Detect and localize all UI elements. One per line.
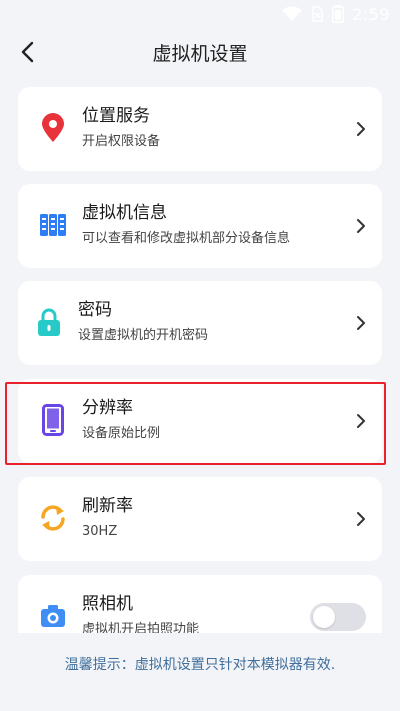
location-pin-icon (38, 113, 68, 143)
back-button[interactable] (12, 36, 42, 68)
setting-title: 虚拟机信息 (82, 203, 167, 223)
server-icon (38, 210, 68, 240)
setting-description: 设置虚拟机的开机密码 (78, 328, 209, 343)
setting-description: 虚拟机开启拍照功能 (82, 622, 200, 633)
status-bar: 2:59 (0, 0, 400, 28)
chevron-right-icon (357, 219, 365, 233)
chevron-right-icon (357, 122, 365, 136)
back-arrow-icon (21, 41, 34, 63)
lock-icon (34, 307, 64, 337)
setting-camera[interactable]: 照相机 虚拟机开启拍照功能 (18, 575, 382, 633)
camera-icon (38, 601, 68, 631)
page-title: 虚拟机设置 (152, 42, 248, 65)
wifi-icon (282, 6, 303, 21)
setting-title: 照相机 (82, 594, 133, 614)
settings-list[interactable]: 位置服务 开启权限设备 虚拟机信息 可以查看和修改虚拟机部分设备信息 密码 设置… (0, 87, 400, 633)
setting-title: 位置服务 (82, 106, 150, 126)
setting-description: 可以查看和修改虚拟机部分设备信息 (82, 231, 291, 246)
phone-icon (38, 404, 68, 436)
setting-password[interactable]: 密码 设置虚拟机的开机密码 (18, 281, 382, 365)
setting-description: 开启权限设备 (82, 134, 161, 149)
setting-title: 刷新率 (82, 496, 133, 516)
setting-vm-info[interactable]: 虚拟机信息 可以查看和修改虚拟机部分设备信息 (18, 184, 382, 268)
setting-description: 设备原始比例 (82, 426, 161, 441)
header: 虚拟机设置 (0, 30, 400, 74)
setting-title: 密码 (78, 300, 112, 320)
refresh-icon (38, 503, 68, 533)
setting-refresh-rate[interactable]: 刷新率 30HZ (18, 477, 382, 561)
toggle-knob (313, 606, 335, 628)
status-time: 2:59 (352, 4, 390, 24)
chevron-right-icon (357, 414, 365, 428)
camera-toggle[interactable] (310, 603, 366, 631)
no-sim-icon (312, 6, 323, 22)
setting-resolution[interactable]: 分辨率 设备原始比例 (18, 379, 382, 463)
setting-description: 30HZ (82, 524, 118, 539)
setting-location-service[interactable]: 位置服务 开启权限设备 (18, 87, 382, 171)
battery-icon (332, 5, 345, 23)
tip-text: 温馨提示：虚拟机设置只针对本模拟器有效. (64, 657, 336, 673)
setting-title: 分辨率 (82, 398, 133, 418)
chevron-right-icon (357, 316, 365, 330)
chevron-right-icon (357, 512, 365, 526)
